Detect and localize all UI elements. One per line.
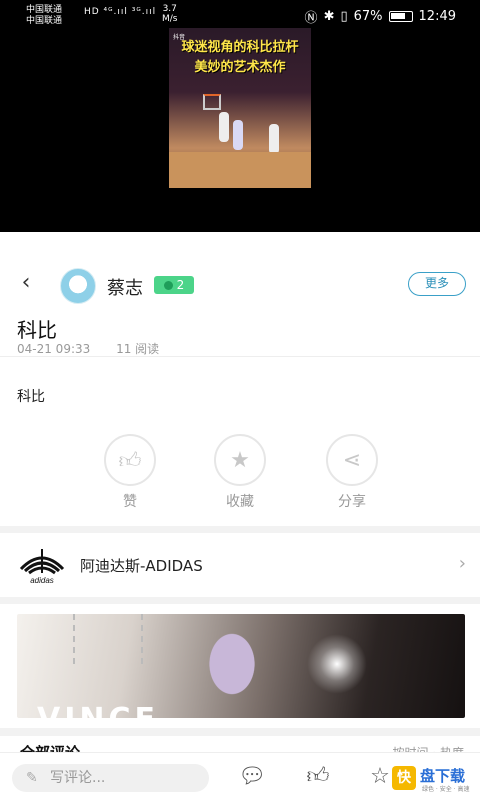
favorite-label: 收藏 xyxy=(226,494,254,510)
thumb-up-icon[interactable]: 👍︎ xyxy=(304,763,332,791)
video-caption-line-1: 球迷视角的科比拉杆 xyxy=(181,40,299,55)
share-label: 分享 xyxy=(338,494,366,510)
post-reads: 11 阅读 xyxy=(116,342,160,356)
star-icon: ★ xyxy=(214,434,266,486)
username[interactable]: 蔡志 xyxy=(107,274,143,300)
banner-text: VINCE xyxy=(37,702,159,718)
signal-icons: HD ⁴ᴳ.ııl ³ᴳ.ııl xyxy=(84,7,157,17)
video-caption-line-2: 美妙的艺术杰作 xyxy=(194,60,286,75)
brand-name: 阿迪达斯-ADIDAS xyxy=(80,557,203,575)
brand-row[interactable]: adidas 阿迪达斯-ADIDAS › xyxy=(0,533,480,597)
avatar[interactable] xyxy=(60,268,96,304)
carrier-2: 中国联通 xyxy=(26,16,63,26)
post-header: ‹ 蔡志 2 更多 xyxy=(0,262,480,306)
comment-input[interactable]: ✎ 写评论... xyxy=(12,764,209,792)
divider xyxy=(0,356,480,357)
net-speed-value: 3.7 xyxy=(162,4,177,14)
brand-logo-text: adidas xyxy=(30,576,54,585)
watermark-sub: 绿色 · 安全 · 高速 xyxy=(422,786,470,793)
net-speed-unit: M/s xyxy=(162,14,178,24)
post-date: 04-21 09:33 xyxy=(17,342,91,356)
comment-placeholder: 写评论... xyxy=(50,770,106,786)
vibrate-icon: ▯ xyxy=(340,9,348,24)
back-arrow-icon[interactable]: ‹ xyxy=(14,270,38,296)
basketball-net xyxy=(73,614,143,664)
like-label: 赞 xyxy=(123,494,137,510)
battery-percent: 67% xyxy=(353,9,383,24)
basketball-hoop xyxy=(203,94,221,110)
level-icon xyxy=(163,280,173,290)
share-icon: ⋖ xyxy=(326,434,378,486)
status-bar: 中国联通 中国联通 HD ⁴ᴳ.ııl ³ᴳ.ııl 3.7 M/s Ⓝ ✱ ▯… xyxy=(0,0,480,30)
clock: 12:49 xyxy=(418,9,456,24)
section-gap xyxy=(0,526,480,533)
player-figure xyxy=(219,112,229,142)
carrier-1: 中国联通 xyxy=(26,5,63,15)
action-row: 👍︎ 赞 ★ 收藏 ⋖ 分享 xyxy=(0,434,480,514)
favorite-button[interactable]: ★ 收藏 xyxy=(210,434,270,511)
promo-banner[interactable]: VINCE xyxy=(17,614,465,718)
like-button[interactable]: 👍︎ 赞 xyxy=(100,434,160,511)
watermark-name: 盘下载 xyxy=(420,767,466,785)
section-gap xyxy=(0,597,480,604)
watermark-badge: 快 xyxy=(392,766,416,790)
site-watermark: 快 盘下载 绿色 · 安全 · 高速 xyxy=(392,764,476,796)
bluetooth-icon: ✱ xyxy=(323,9,335,24)
adidas-logo-icon: adidas xyxy=(19,549,65,585)
share-button[interactable]: ⋖ 分享 xyxy=(322,434,382,511)
player-figure xyxy=(269,124,279,154)
battery-icon xyxy=(388,11,413,22)
post-body: 科比 xyxy=(17,389,45,405)
thumb-up-icon: 👍︎ xyxy=(104,434,156,486)
nfc-icon: Ⓝ xyxy=(304,11,318,26)
section-gap xyxy=(0,728,480,736)
status-right: Ⓝ ✱ ▯ 67% 12:49 xyxy=(305,7,456,26)
court-floor xyxy=(169,152,311,188)
spotlight xyxy=(307,634,367,694)
post-meta: 04-21 09:33 11 阅读 xyxy=(17,340,159,357)
video-player[interactable]: 中国联通 中国联通 HD ⁴ᴳ.ııl ³ᴳ.ııl 3.7 M/s Ⓝ ✱ ▯… xyxy=(0,0,480,232)
player-figure xyxy=(233,120,243,150)
chevron-right-icon: › xyxy=(458,553,466,574)
more-button[interactable]: 更多 xyxy=(408,272,466,296)
net-speed: 3.7 M/s xyxy=(162,4,178,24)
athlete-image xyxy=(187,624,277,718)
comment-icon[interactable]: 💬︎ xyxy=(238,763,266,791)
pen-icon: ✎ xyxy=(26,770,38,786)
star-icon[interactable]: ☆ xyxy=(366,763,394,791)
level-badge: 2 xyxy=(154,276,194,294)
level-value: 2 xyxy=(176,278,185,292)
post-title: 科比 xyxy=(17,318,57,342)
